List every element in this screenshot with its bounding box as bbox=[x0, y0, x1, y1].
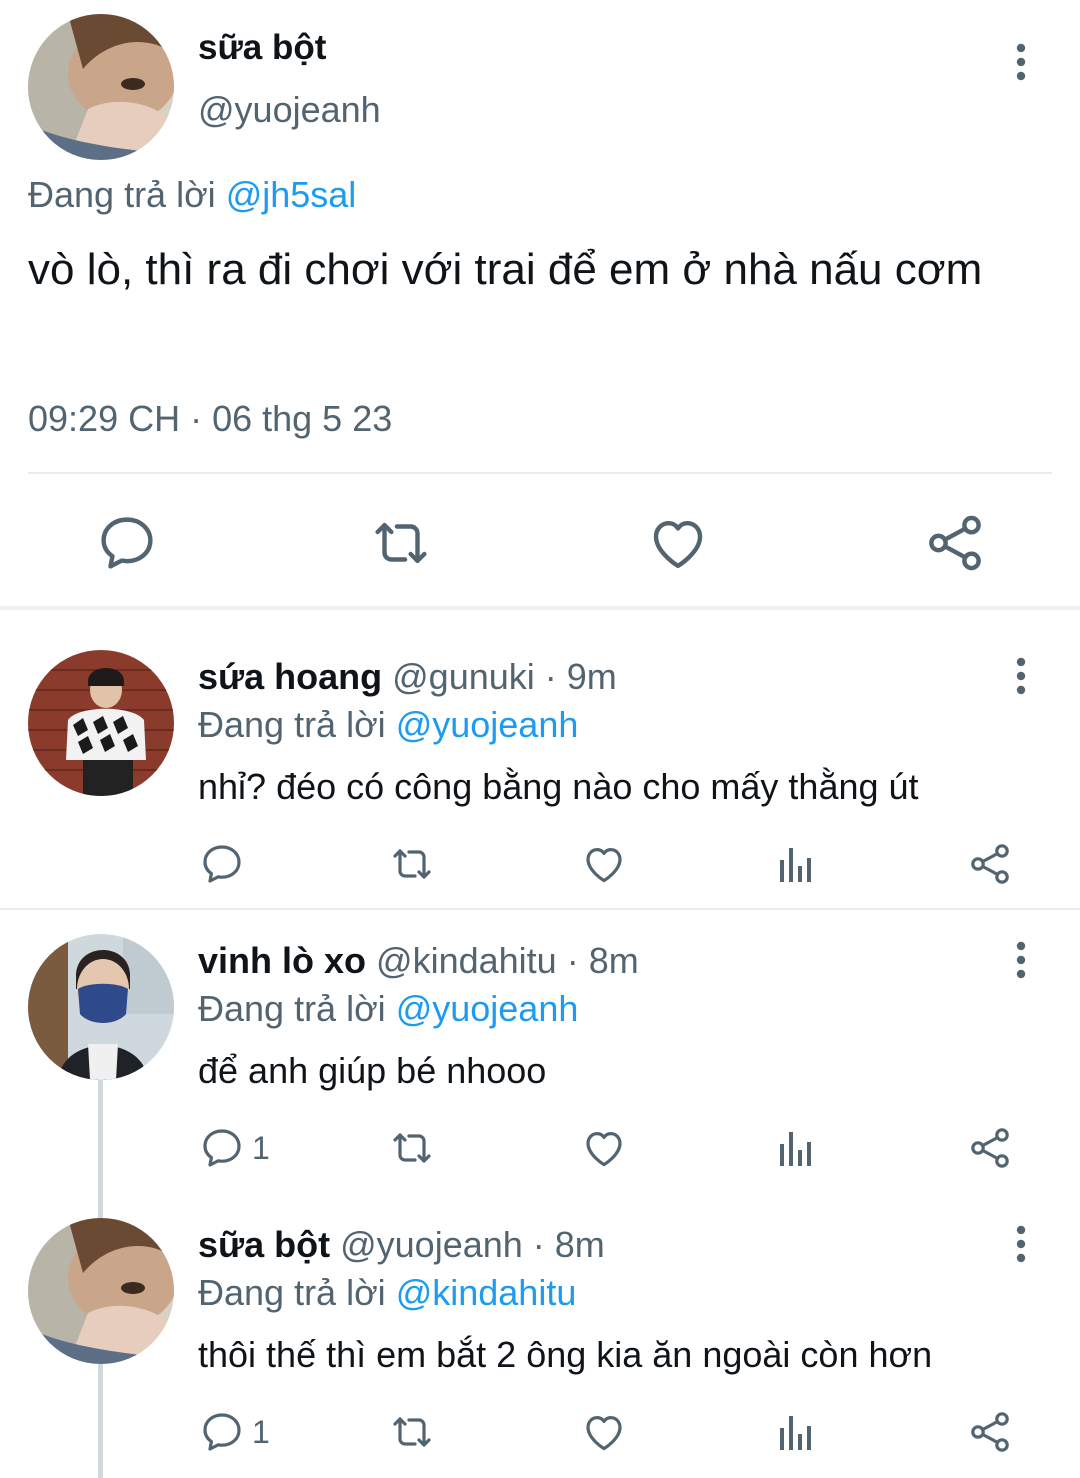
retweet-icon[interactable] bbox=[388, 840, 436, 888]
thread-line bbox=[98, 1080, 103, 1218]
timestamp[interactable]: 09:29 CH · 06 thg 5 23 bbox=[28, 396, 392, 442]
share-icon[interactable] bbox=[966, 1408, 1014, 1456]
reply-header: sứa hoang @gunuki · 9m bbox=[198, 654, 617, 700]
more-options-icon[interactable] bbox=[1006, 940, 1036, 980]
tweet-text: vò lò, thì ra đi chơi với trai để em ở n… bbox=[28, 245, 983, 294]
reply-text: nhỉ? đéo có công bằng nào cho mấy thằng … bbox=[198, 766, 919, 807]
share-icon[interactable] bbox=[966, 840, 1014, 888]
replying-to-link[interactable]: @yuojeanh bbox=[396, 704, 579, 745]
stats-icon[interactable] bbox=[772, 840, 820, 888]
reply-time: · 9m bbox=[544, 656, 617, 697]
avatar[interactable] bbox=[28, 14, 174, 160]
divider bbox=[28, 472, 1052, 474]
reply-icon[interactable] bbox=[198, 1124, 246, 1172]
replying-label: Đang trả lời bbox=[198, 704, 386, 745]
replying-label: Đang trả lời bbox=[198, 1272, 386, 1313]
thread-line bbox=[98, 1364, 103, 1478]
display-name[interactable]: sữa bột bbox=[198, 26, 326, 70]
reply-text: thôi thế thì em bắt 2 ông kia ăn ngoài c… bbox=[198, 1334, 933, 1375]
avatar[interactable] bbox=[28, 934, 174, 1080]
display-name[interactable]: sữa bột bbox=[198, 1224, 330, 1265]
reply-header: vinh lò xo @kindahitu · 8m bbox=[198, 938, 639, 984]
replying-to-line: Đang trả lời @jh5sal bbox=[28, 172, 356, 218]
reply-text: để anh giúp bé nhooo bbox=[198, 1050, 547, 1091]
replying-to-link[interactable]: @yuojeanh bbox=[396, 988, 579, 1029]
reply-header: sữa bột @yuojeanh · 8m bbox=[198, 1222, 605, 1268]
like-icon[interactable] bbox=[580, 1124, 628, 1172]
replying-to-link[interactable]: @kindahitu bbox=[396, 1272, 577, 1313]
retweet-icon[interactable] bbox=[388, 1408, 436, 1456]
share-icon[interactable] bbox=[966, 1124, 1014, 1172]
replying-to-line: Đang trả lời @kindahitu bbox=[198, 1270, 576, 1316]
more-options-icon[interactable] bbox=[1006, 1224, 1036, 1264]
replying-to-line: Đang trả lời @yuojeanh bbox=[198, 986, 578, 1032]
reply-icon[interactable] bbox=[94, 510, 160, 576]
replying-to-link[interactable]: @jh5sal bbox=[226, 174, 357, 215]
reply-icon[interactable] bbox=[198, 840, 246, 888]
reply-icon[interactable] bbox=[198, 1408, 246, 1456]
reply-count: 1 bbox=[252, 1414, 270, 1450]
retweet-icon[interactable] bbox=[388, 1124, 436, 1172]
stats-icon[interactable] bbox=[772, 1408, 820, 1456]
avatar[interactable] bbox=[28, 1218, 174, 1364]
more-options-icon[interactable] bbox=[1006, 42, 1036, 82]
divider bbox=[0, 908, 1080, 910]
avatar[interactable] bbox=[28, 650, 174, 796]
more-options-icon[interactable] bbox=[1006, 656, 1036, 696]
like-icon[interactable] bbox=[645, 510, 711, 576]
username[interactable]: @yuojeanh bbox=[198, 88, 381, 132]
replying-label: Đang trả lời bbox=[28, 174, 216, 215]
replying-to-line: Đang trả lời @yuojeanh bbox=[198, 702, 578, 748]
like-icon[interactable] bbox=[580, 840, 628, 888]
section-divider bbox=[0, 606, 1080, 610]
display-name[interactable]: vinh lò xo bbox=[198, 940, 366, 981]
reply-time: · 8m bbox=[532, 1224, 605, 1265]
retweet-icon[interactable] bbox=[368, 510, 434, 576]
share-icon[interactable] bbox=[922, 510, 988, 576]
reply-count: 1 bbox=[252, 1130, 270, 1166]
username[interactable]: @gunuki bbox=[392, 656, 535, 697]
reply-time: · 8m bbox=[566, 940, 639, 981]
username[interactable]: @yuojeanh bbox=[340, 1224, 523, 1265]
username[interactable]: @kindahitu bbox=[376, 940, 557, 981]
replying-label: Đang trả lời bbox=[198, 988, 386, 1029]
like-icon[interactable] bbox=[580, 1408, 628, 1456]
display-name[interactable]: sứa hoang bbox=[198, 656, 382, 697]
stats-icon[interactable] bbox=[772, 1124, 820, 1172]
